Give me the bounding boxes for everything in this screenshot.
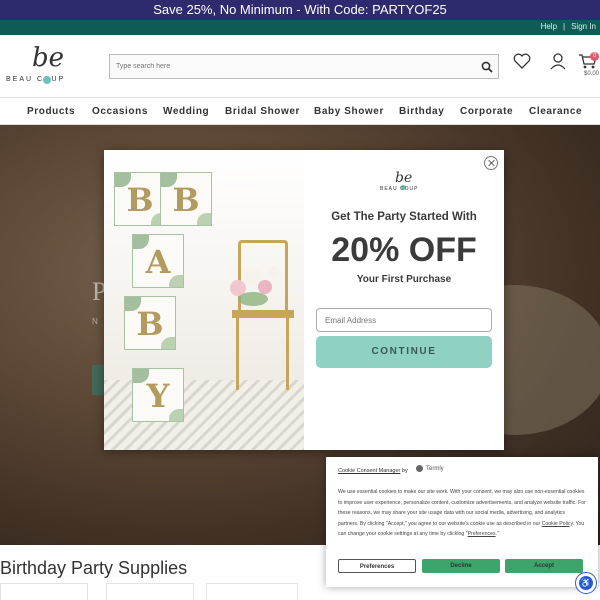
nav-clearance[interactable]: Clearance bbox=[529, 106, 582, 117]
nav-products[interactable]: Products bbox=[27, 106, 75, 117]
cookie-text-end: ." bbox=[495, 531, 499, 537]
popup-logo: be BEAU COUP bbox=[380, 170, 428, 194]
cookie-by: by bbox=[401, 468, 408, 474]
site-header: be BEAU COUP 0 $0.00 bbox=[0, 35, 600, 97]
popup-subline: Your First Purchase bbox=[356, 274, 452, 285]
accept-button[interactable]: Accept bbox=[505, 559, 583, 573]
nav-bridal-shower[interactable]: Bridal Shower bbox=[225, 106, 300, 117]
nav-occasions[interactable]: Occasions bbox=[92, 106, 148, 117]
hero-subtitle: N bbox=[92, 317, 98, 326]
cart-count-badge: 0 bbox=[590, 52, 599, 61]
main-nav: Products Occasions Wedding Bridal Shower… bbox=[0, 97, 600, 125]
popup-image: B B A B Y bbox=[104, 150, 304, 450]
popup-logo-wordmark: BEAU COUP bbox=[380, 186, 419, 192]
close-icon[interactable] bbox=[484, 156, 498, 170]
site-logo[interactable]: be BEAU COUP bbox=[6, 43, 88, 89]
account-icon[interactable] bbox=[548, 51, 568, 71]
search-icon[interactable] bbox=[481, 61, 493, 73]
block-letter: B bbox=[172, 181, 200, 219]
baby-block: B bbox=[124, 296, 176, 350]
email-field[interactable] bbox=[316, 308, 492, 332]
product-card[interactable] bbox=[0, 583, 88, 600]
preferences-button[interactable]: Preferences bbox=[338, 559, 416, 573]
nav-baby-shower[interactable]: Baby Shower bbox=[314, 106, 384, 117]
promo-banner[interactable]: Save 25%, No Minimum - With Code: PARTYO… bbox=[0, 0, 600, 20]
baby-block: Y bbox=[132, 368, 184, 422]
termly-label: Termly bbox=[426, 466, 444, 473]
accessibility-button[interactable]: ♿ bbox=[575, 572, 597, 594]
logo-monogram: be bbox=[32, 43, 65, 73]
cookie-consent-banner: Cookie Consent Manager by Termly We use … bbox=[326, 457, 598, 587]
section-title: Birthday Party Supplies bbox=[0, 558, 188, 578]
popup-headline: Get The Party Started With bbox=[331, 211, 477, 223]
baby-block: B bbox=[160, 172, 212, 226]
termly-brand: Termly bbox=[416, 465, 444, 472]
utility-bar: Help | Sign In bbox=[0, 20, 600, 35]
promo-text: Save 25%, No Minimum - With Code: PARTYO… bbox=[153, 2, 447, 17]
decline-button[interactable]: Decline bbox=[422, 559, 500, 573]
flower-bouquet bbox=[224, 262, 284, 312]
product-card[interactable] bbox=[106, 583, 194, 600]
utility-links: Help | Sign In bbox=[541, 22, 596, 31]
block-letter: B bbox=[136, 305, 164, 343]
logo-wordmark: BEAU COUP bbox=[6, 76, 66, 83]
cookie-policy-link[interactable]: Cookie Policy bbox=[542, 521, 573, 527]
utility-separator: | bbox=[563, 22, 566, 31]
search-input[interactable] bbox=[110, 55, 470, 78]
continue-button[interactable]: CONTINUE bbox=[316, 336, 492, 368]
accessibility-icon: ♿ bbox=[579, 576, 593, 590]
sign-in-link[interactable]: Sign In bbox=[571, 22, 596, 31]
logo-dot bbox=[43, 76, 51, 84]
block-letter: B bbox=[126, 181, 154, 219]
cookie-text: We use essential cookies to make our sit… bbox=[338, 487, 586, 540]
block-letter: Y bbox=[146, 377, 170, 415]
cookie-title: Cookie Consent Manager by bbox=[338, 468, 408, 474]
product-card[interactable] bbox=[206, 583, 298, 600]
termly-icon bbox=[416, 465, 423, 472]
popup-logo-monogram: be bbox=[395, 170, 413, 186]
preferences-link[interactable]: Preferences bbox=[468, 531, 496, 537]
baby-block: A bbox=[132, 234, 184, 288]
nav-birthday[interactable]: Birthday bbox=[399, 106, 444, 117]
nav-wedding[interactable]: Wedding bbox=[163, 106, 209, 117]
popup-offer: 20% OFF bbox=[331, 231, 477, 269]
cookie-manager-link[interactable]: Cookie Consent Manager bbox=[338, 468, 400, 474]
discount-popup: B B A B Y be BEAU COUP Get The Party Sta… bbox=[104, 150, 504, 450]
cart-total: $0.00 bbox=[584, 71, 600, 77]
help-link[interactable]: Help bbox=[541, 22, 557, 31]
block-letter: A bbox=[145, 243, 171, 281]
baby-block: B bbox=[114, 172, 166, 226]
search-bar bbox=[109, 54, 499, 79]
heart-icon[interactable] bbox=[512, 51, 532, 71]
nav-corporate[interactable]: Corporate bbox=[460, 106, 513, 117]
